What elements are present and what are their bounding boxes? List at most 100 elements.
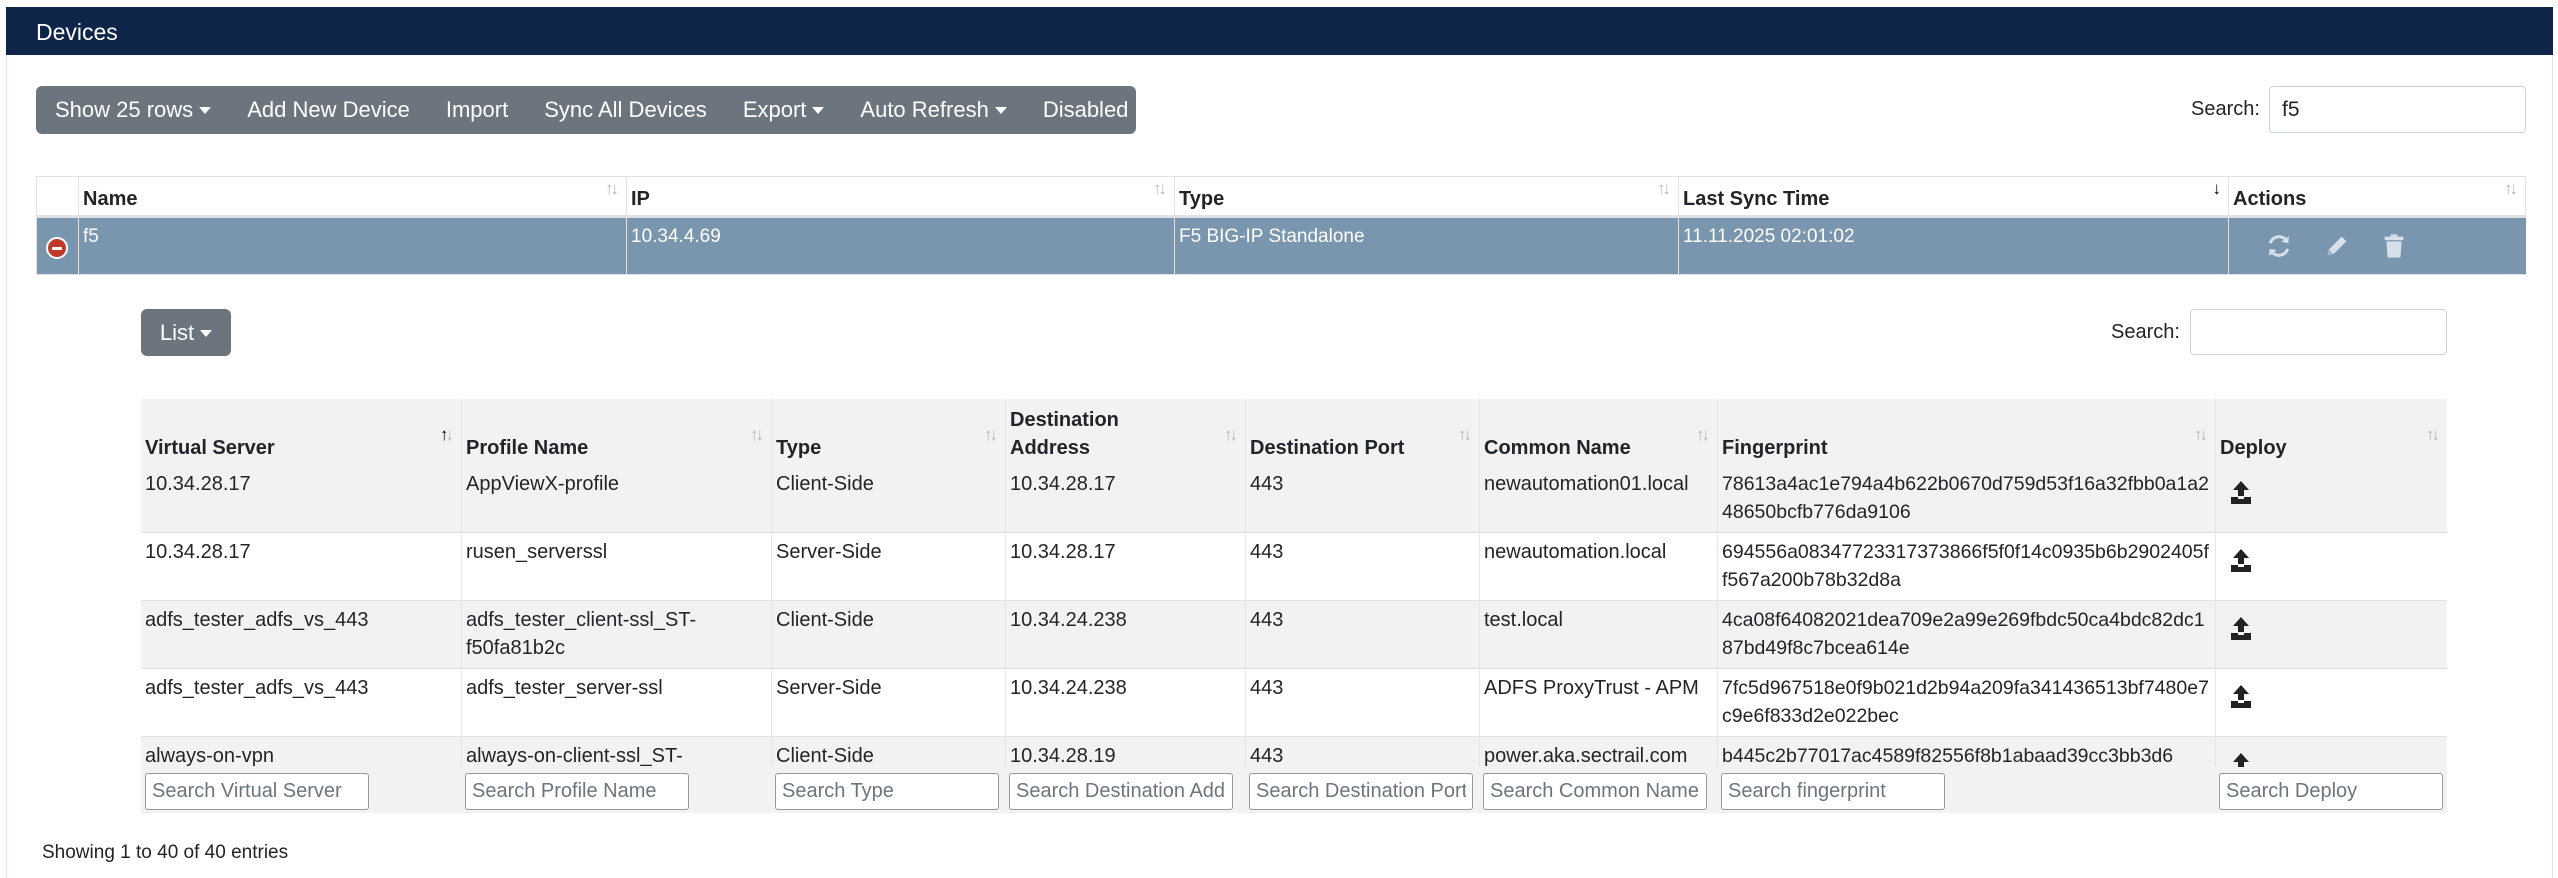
table-row: adfs_tester_adfs_vs_443 adfs_tester_clie… [141,601,2447,669]
profiles-table-filters [141,767,2447,813]
show-rows-label: Show 25 rows [55,97,194,122]
upload-icon[interactable] [2229,479,2253,505]
export-dropdown[interactable]: Export [725,86,843,134]
filter-type-input[interactable] [775,773,999,810]
column-header-type[interactable]: Type ↑↓ [1174,177,1678,216]
sort-icon: ↑↓ [1696,425,1710,444]
column-header-destination-port[interactable]: Destination Port ↑↓ [1245,399,1479,465]
sort-icon: ↑↓ [1224,425,1238,444]
filter-fingerprint-input[interactable] [1721,773,1945,810]
sort-icon: ↑↓ [1153,179,1167,198]
upload-icon[interactable] [2229,751,2253,767]
common-name-cell: newautomation01.local [1479,465,1717,533]
sort-icon: ↑↓ [605,179,619,198]
auto-refresh-dropdown[interactable]: Auto Refresh [842,86,1024,134]
destination-port-cell: 443 [1245,737,1479,767]
column-header-destination-address[interactable]: Destination Address ↑↓ [1005,399,1245,465]
deploy-cell [2215,669,2447,737]
column-header-virtual-server[interactable]: Virtual Server ↑↓ [141,399,461,465]
filter-virtual-server-input[interactable] [145,773,369,810]
show-rows-dropdown[interactable]: Show 25 rows [36,86,229,134]
sort-icon: ↑↓ [2426,425,2440,444]
virtual-server-cell: adfs_tester_adfs_vs_443 [145,609,369,631]
device-last-sync: 11.11.2025 02:01:02 [1678,218,2228,274]
profile-name-cell: rusen_serverssl [461,533,771,601]
type-cell: Client-Side [771,601,1005,669]
device-ip: 10.34.4.69 [626,218,1174,274]
profile-name-cell: always-on-client-ssl_ST- [461,737,771,767]
sync-icon[interactable] [2265,232,2293,260]
column-header-last-sync[interactable]: Last Sync Time ↓ [1678,177,2228,216]
sort-icon: ↑↓ [2504,179,2518,198]
fingerprint-cell: 78613a4ac1e794a4b622b0670d759d53f16a32fb… [1717,465,2215,533]
sort-icon: ↑↓ [984,425,998,444]
page-header: Devices [6,7,2553,55]
expand-cell [36,218,78,274]
column-header-ip[interactable]: IP ↑↓ [626,177,1174,216]
child-search-input[interactable] [2190,309,2447,355]
toolbar: Show 25 rows Add New Device Import Sync … [36,86,1136,134]
common-name-cell: power.aka.sectrail.com [1479,737,1717,767]
sort-icon: ↑↓ [2194,425,2208,444]
sort-icon: ↑↓ [1657,179,1671,198]
fingerprint-cell: b445c2b77017ac4589f82556f8b1abaad39cc3bb… [1717,737,2215,767]
column-header-deploy[interactable]: Deploy ↑↓ [2215,399,2447,465]
virtual-server-cell: 10.34.28.17 [145,541,251,563]
sort-asc-icon: ↑↓ [440,425,454,444]
type-cell: Client-Side [771,737,1005,767]
upload-icon[interactable] [2229,615,2253,641]
common-name-cell: ADFS ProxyTrust - APM [1479,669,1717,737]
list-label: List [159,320,195,345]
deploy-cell [2215,737,2447,767]
column-header-profile-name[interactable]: Profile Name ↑↓ [461,399,771,465]
search-label: Search: [2191,98,2260,120]
filter-common-name-input[interactable] [1483,773,1707,810]
destination-port-cell: 443 [1245,601,1479,669]
column-header-actions[interactable]: Actions ↑↓ [2228,177,2526,216]
sort-icon: ↑↓ [1458,425,1472,444]
device-actions [2228,218,2526,274]
profile-name-cell: adfs_tester_server-ssl [461,669,771,737]
devices-table-header: Name ↑↓ IP ↑↓ Type ↑↓ Last Sync Time ↓ A… [36,176,2526,218]
deploy-cell [2215,533,2447,601]
search-input[interactable] [2269,86,2526,133]
caret-down-icon [200,330,213,337]
disabled-button[interactable]: Disabled [1025,86,1147,134]
caret-down-icon [812,107,825,114]
column-header-common-name[interactable]: Common Name ↑↓ [1479,399,1717,465]
sync-all-button[interactable]: Sync All Devices [526,86,725,134]
table-info: Showing 1 to 40 of 40 entries [42,842,289,863]
edit-icon[interactable] [2323,232,2351,260]
filter-destination-port-input[interactable] [1249,773,1473,810]
add-device-button[interactable]: Add New Device [229,86,428,134]
type-cell: Server-Side [771,533,1005,601]
sort-icon: ↑↓ [750,425,764,444]
common-name-cell: newautomation.local [1479,533,1717,601]
auto-refresh-label: Auto Refresh [860,97,989,122]
profile-name-cell: AppViewX-profile [461,465,771,533]
column-header-type[interactable]: Type ↑↓ [771,399,1005,465]
profile-name-cell: adfs_tester_client-ssl_ST-f50fa81b2c [461,601,771,669]
deploy-cell [2215,601,2447,669]
table-row[interactable]: f5 10.34.4.69 F5 BIG-IP Standalone 11.11… [36,218,2526,275]
destination-address-cell: 10.34.28.19 [1005,737,1245,767]
list-dropdown[interactable]: List [141,309,231,356]
destination-port-cell: 443 [1245,533,1479,601]
profiles-table-body: 10.34.28.17 AppViewX-profile Client-Side… [141,465,2447,767]
trash-icon[interactable] [2380,232,2408,260]
upload-icon[interactable] [2229,547,2253,573]
filter-deploy-input[interactable] [2219,773,2443,810]
import-button[interactable]: Import [428,86,526,134]
destination-address-cell: 10.34.28.17 [1005,533,1245,601]
column-header-name[interactable]: Name ↑↓ [78,177,626,216]
filter-destination-address-input[interactable] [1009,773,1233,810]
table-row: adfs_tester_adfs_vs_443 adfs_tester_serv… [141,669,2447,737]
column-header-fingerprint[interactable]: Fingerprint ↑↓ [1717,399,2215,465]
upload-icon[interactable] [2229,683,2253,709]
type-cell: Server-Side [771,669,1005,737]
filter-profile-name-input[interactable] [465,773,689,810]
caret-down-icon [994,107,1007,114]
collapse-icon[interactable] [46,237,68,259]
device-type: F5 BIG-IP Standalone [1174,218,1678,274]
destination-port-cell: 443 [1245,669,1479,737]
